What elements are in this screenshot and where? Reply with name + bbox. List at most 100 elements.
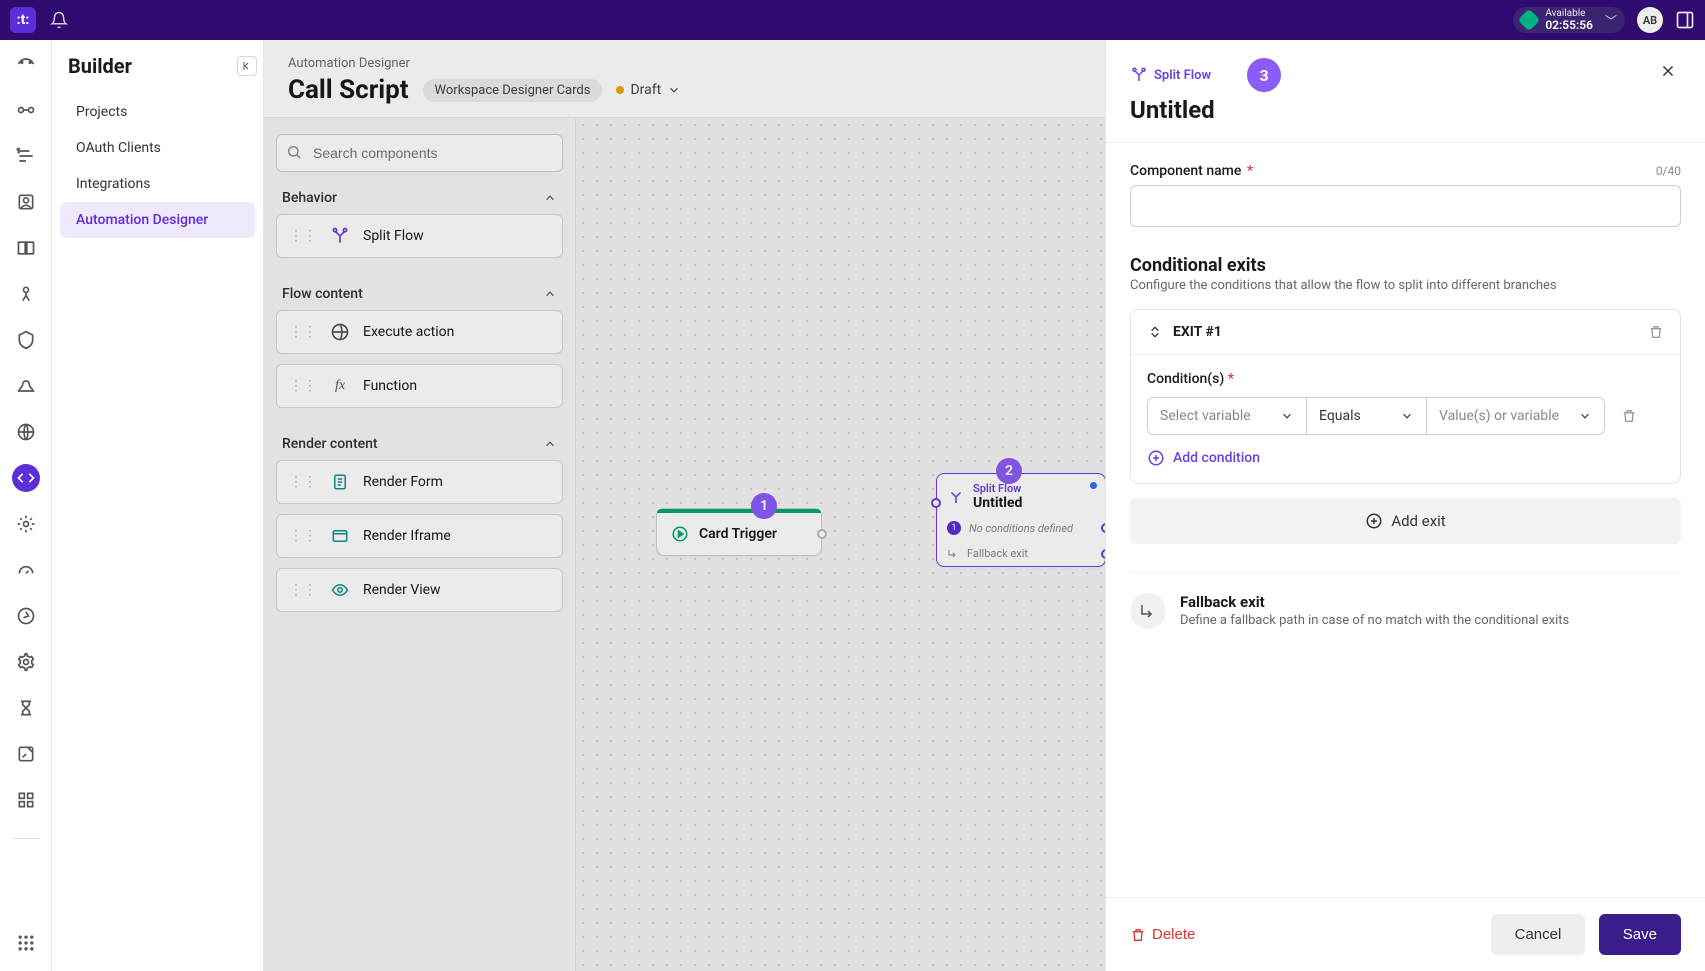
workspace-chip[interactable]: Workspace Designer Cards xyxy=(423,79,603,102)
form-icon xyxy=(329,471,351,493)
callout-1: 1 xyxy=(751,493,777,519)
top-bar: :t: Available 02:55:56 ﹀ AB xyxy=(0,0,1705,40)
rail-icon-11[interactable] xyxy=(12,510,40,538)
conditional-exits-subtitle: Configure the conditions that allow the … xyxy=(1130,278,1681,293)
trash-icon xyxy=(1130,927,1146,943)
drag-handle-icon: ⋮⋮ xyxy=(289,474,317,490)
delete-exit-button[interactable] xyxy=(1648,324,1664,340)
left-icon-rail: 1 xyxy=(0,40,52,971)
component-render-iframe[interactable]: ⋮⋮ Render Iframe xyxy=(276,514,563,558)
component-name-label: Component name xyxy=(1130,163,1241,179)
component-split-flow[interactable]: ⋮⋮ Split Flow xyxy=(276,214,563,258)
drag-handle-icon: ⋮⋮ xyxy=(289,228,317,244)
add-exit-button[interactable]: Add exit xyxy=(1130,498,1681,544)
user-avatar[interactable]: AB xyxy=(1637,7,1663,33)
component-name-input[interactable] xyxy=(1130,185,1681,227)
section-flow-content[interactable]: Flow content xyxy=(276,268,563,310)
exit-1-box: EXIT #1 Condition(s) * Select variable E… xyxy=(1130,309,1681,484)
rail-icon-4[interactable] xyxy=(12,188,40,216)
drag-handle-icon: ⋮⋮ xyxy=(289,324,317,340)
node-card-trigger[interactable]: Card Trigger xyxy=(656,508,822,556)
collapse-panel-button[interactable] xyxy=(237,56,257,76)
app-logo[interactable]: :t: xyxy=(10,7,36,33)
component-render-view[interactable]: ⋮⋮ Render View xyxy=(276,568,563,612)
node-split-flow[interactable]: Split Flow Untitled 1 No conditions defi… xyxy=(936,473,1105,567)
rail-icon-3[interactable]: 1 xyxy=(12,142,40,170)
close-button[interactable] xyxy=(1655,58,1681,84)
nav-projects[interactable]: Projects xyxy=(60,94,255,130)
drag-handle-icon: ⋮⋮ xyxy=(289,378,317,394)
plus-circle-icon xyxy=(1147,449,1165,467)
breadcrumb[interactable]: Automation Designer xyxy=(288,56,1081,71)
rail-icon-17[interactable] xyxy=(12,786,40,814)
notifications-icon[interactable] xyxy=(50,11,68,29)
rail-separator xyxy=(12,838,40,839)
cancel-button[interactable]: Cancel xyxy=(1491,914,1586,955)
component-render-form[interactable]: ⋮⋮ Render Form xyxy=(276,460,563,504)
flow-canvas[interactable]: Card Trigger 1 Split Flow Untitled xyxy=(576,118,1105,971)
chevron-down-icon: ﹀ xyxy=(1605,12,1617,29)
output-port[interactable] xyxy=(817,529,827,539)
branch-number: 1 xyxy=(947,521,961,535)
panel-tag: Split Flow xyxy=(1154,68,1211,83)
panel-toggle-icon[interactable] xyxy=(1675,10,1695,30)
config-panel: Split Flow 3 Untitled Component name * 0… xyxy=(1105,40,1705,971)
status-dropdown[interactable]: Draft xyxy=(616,82,681,98)
search-input[interactable] xyxy=(276,134,563,172)
section-render-content[interactable]: Render content xyxy=(276,418,563,460)
globe-icon xyxy=(329,321,351,343)
page-title: Call Script xyxy=(288,75,409,105)
chevron-down-icon xyxy=(1578,409,1592,423)
operator-select[interactable]: Equals xyxy=(1307,397,1427,435)
fallback-subtitle: Define a fallback path in case of no mat… xyxy=(1180,613,1569,628)
fallback-exit-section: Fallback exit Define a fallback path in … xyxy=(1130,572,1681,629)
fallback-title: Fallback exit xyxy=(1180,593,1569,611)
chevron-down-icon xyxy=(1400,409,1414,423)
chevron-up-icon xyxy=(543,437,557,451)
apps-launcher-icon[interactable] xyxy=(12,929,40,957)
status-timer: 02:55:56 xyxy=(1545,19,1593,31)
search-icon xyxy=(286,144,302,160)
rail-icon-15[interactable] xyxy=(12,694,40,722)
char-count: 0/40 xyxy=(1656,164,1681,178)
iframe-icon xyxy=(329,525,351,547)
rail-icon-code[interactable] xyxy=(12,464,40,492)
nav-automation-designer[interactable]: Automation Designer xyxy=(60,202,255,238)
rail-icon-13[interactable] xyxy=(12,602,40,630)
function-icon: fx xyxy=(329,375,351,397)
status-label: Available xyxy=(1545,9,1593,19)
fallback-arrow-icon xyxy=(1130,593,1166,629)
status-available-icon xyxy=(1518,9,1541,32)
builder-title: Builder xyxy=(68,54,132,78)
rail-icon-1[interactable] xyxy=(12,50,40,78)
delete-condition-button[interactable] xyxy=(1621,408,1637,424)
rail-icon-12[interactable] xyxy=(12,556,40,584)
nav-oauth-clients[interactable]: OAuth Clients xyxy=(60,130,255,166)
save-button[interactable]: Save xyxy=(1599,914,1681,955)
rail-icon-8[interactable] xyxy=(12,372,40,400)
rail-settings-icon[interactable] xyxy=(12,648,40,676)
rail-icon-7[interactable] xyxy=(12,326,40,354)
agent-status-pill[interactable]: Available 02:55:56 ﹀ xyxy=(1513,7,1625,33)
center-area: Automation Designer Call Script Workspac… xyxy=(264,40,1105,971)
exit-1-label: EXIT #1 xyxy=(1173,324,1222,340)
rail-icon-6[interactable] xyxy=(12,280,40,308)
component-execute-action[interactable]: ⋮⋮ Execute action xyxy=(276,310,563,354)
variable-select[interactable]: Select variable xyxy=(1147,397,1307,435)
add-condition-button[interactable]: Add condition xyxy=(1147,449,1664,467)
fallback-arrow-icon xyxy=(947,548,959,560)
collapse-icon[interactable] xyxy=(1147,324,1163,340)
value-select[interactable]: Value(s) or variable xyxy=(1427,397,1605,435)
components-panel: Behavior ⋮⋮ Split Flow Flow content ⋮⋮ E… xyxy=(264,118,576,971)
split-flow-icon xyxy=(947,488,965,506)
rail-icon-9[interactable] xyxy=(12,418,40,446)
component-function[interactable]: ⋮⋮ fx Function xyxy=(276,364,563,408)
chevron-down-icon xyxy=(1280,409,1294,423)
section-behavior[interactable]: Behavior xyxy=(276,172,563,214)
rail-icon-2[interactable] xyxy=(12,96,40,124)
chevron-up-icon xyxy=(543,287,557,301)
rail-icon-16[interactable] xyxy=(12,740,40,768)
delete-button[interactable]: Delete xyxy=(1130,916,1211,953)
rail-icon-5[interactable] xyxy=(12,234,40,262)
nav-integrations[interactable]: Integrations xyxy=(60,166,255,202)
